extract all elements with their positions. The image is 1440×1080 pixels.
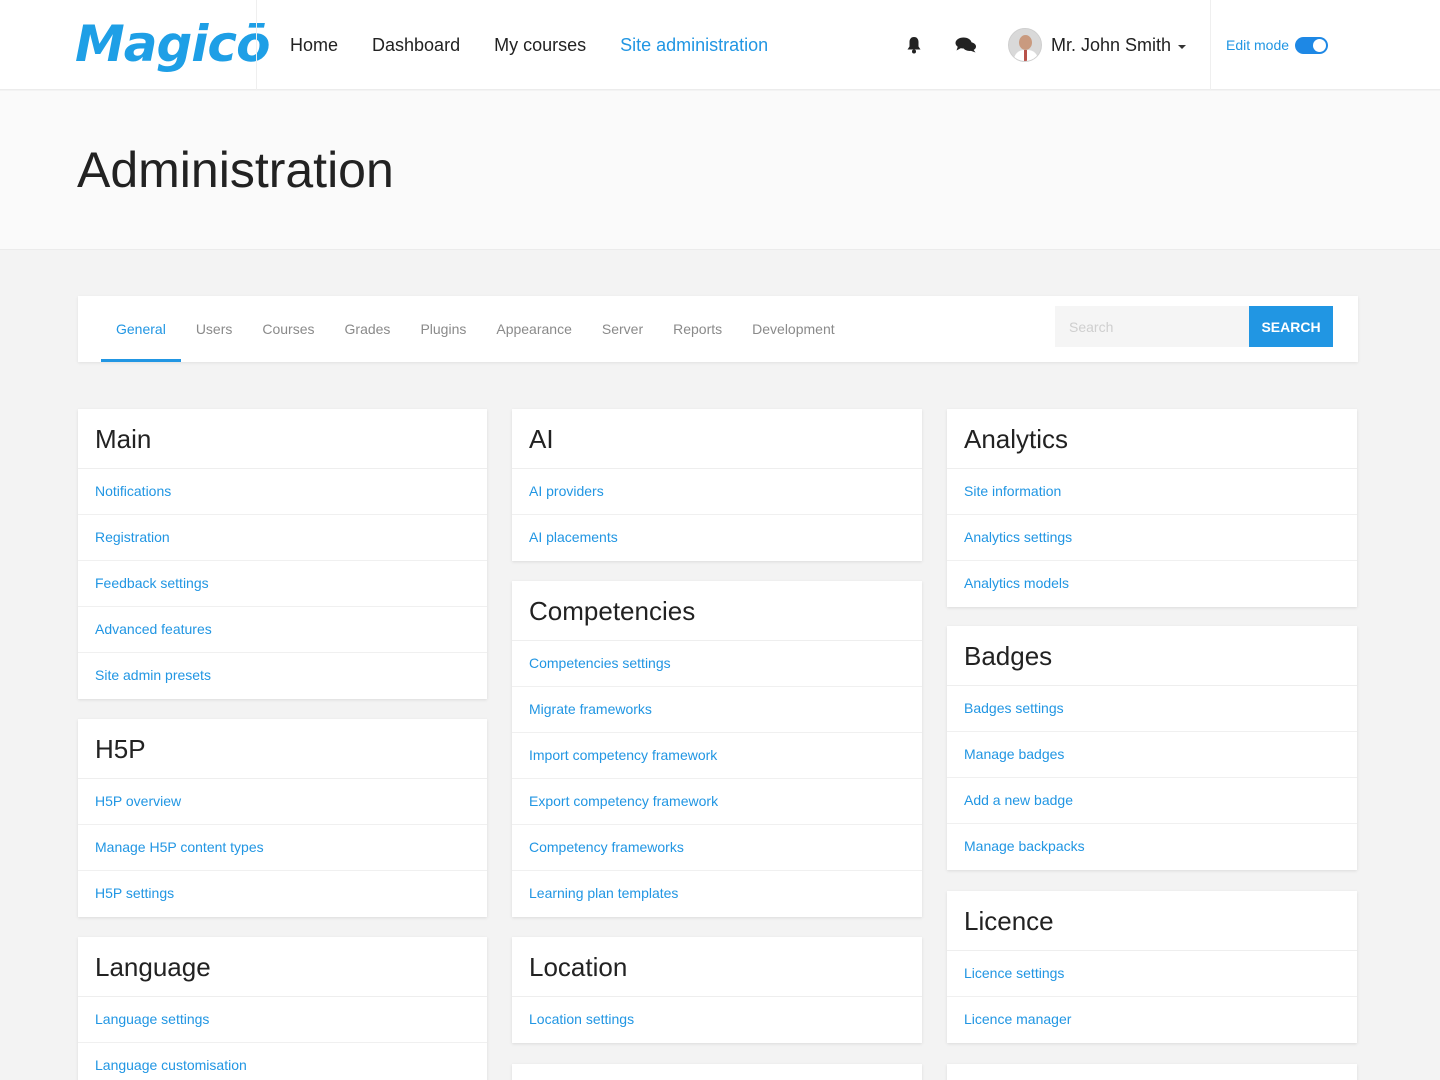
link-analytics-models[interactable]: Analytics models	[947, 561, 1357, 607]
section-badges: Badges Badges settings Manage badges Add…	[947, 626, 1357, 870]
tab-plugins[interactable]: Plugins	[405, 296, 481, 362]
bell-icon[interactable]	[906, 36, 922, 54]
section-competencies: Competencies Competencies settings Migra…	[512, 581, 922, 917]
section-h5p: H5P H5P overview Manage H5P content type…	[78, 719, 487, 917]
section-location: Location Location settings	[512, 937, 922, 1043]
section-ai: AI AI providers AI placements	[512, 409, 922, 561]
search-button[interactable]: SEARCH	[1249, 306, 1333, 347]
page-header: Administration	[0, 91, 1440, 250]
section-title: Main	[78, 409, 487, 469]
section-title: AI	[512, 409, 922, 469]
avatar	[1008, 28, 1042, 62]
section-partial	[947, 1064, 1357, 1080]
section-title: Licence	[947, 891, 1357, 951]
link-language-customisation[interactable]: Language customisation	[78, 1043, 487, 1080]
section-main: Main Notifications Registration Feedback…	[78, 409, 487, 699]
link-analytics-settings[interactable]: Analytics settings	[947, 515, 1357, 561]
logo-divider	[256, 0, 257, 90]
admin-tabs-card: General Users Courses Grades Plugins App…	[78, 296, 1358, 362]
section-title: Location	[512, 937, 922, 997]
link-feedback-settings[interactable]: Feedback settings	[78, 561, 487, 607]
link-migrate-frameworks[interactable]: Migrate frameworks	[512, 687, 922, 733]
link-ai-placements[interactable]: AI placements	[512, 515, 922, 561]
tab-appearance[interactable]: Appearance	[481, 296, 587, 362]
user-menu[interactable]: Mr. John Smith	[1008, 27, 1187, 63]
section-language: Language Language settings Language cust…	[78, 937, 487, 1080]
tab-courses[interactable]: Courses	[247, 296, 329, 362]
link-add-new-badge[interactable]: Add a new badge	[947, 778, 1357, 824]
admin-search-input[interactable]	[1055, 306, 1249, 347]
link-manage-badges[interactable]: Manage badges	[947, 732, 1357, 778]
tab-server[interactable]: Server	[587, 296, 658, 362]
page-title: Administration	[77, 142, 394, 198]
link-competencies-settings[interactable]: Competencies settings	[512, 641, 922, 687]
link-export-competency-framework[interactable]: Export competency framework	[512, 779, 922, 825]
edit-mode-label: Edit mode	[1226, 37, 1290, 53]
link-notifications[interactable]: Notifications	[78, 469, 487, 515]
link-registration[interactable]: Registration	[78, 515, 487, 561]
link-ai-providers[interactable]: AI providers	[512, 469, 922, 515]
link-site-information[interactable]: Site information	[947, 469, 1357, 515]
section-licence: Licence Licence settings Licence manager	[947, 891, 1357, 1043]
section-partial	[512, 1064, 922, 1080]
section-title: Badges	[947, 626, 1357, 686]
site-logo[interactable]: Magicō	[75, 14, 270, 74]
nav-home[interactable]: Home	[290, 35, 338, 56]
admin-tabs: General Users Courses Grades Plugins App…	[101, 296, 850, 362]
tab-reports[interactable]: Reports	[658, 296, 737, 362]
edit-mode-toggle[interactable]	[1295, 36, 1329, 54]
edit-mode-switch[interactable]: Edit mode	[1226, 35, 1329, 55]
link-manage-h5p-content-types[interactable]: Manage H5P content types	[78, 825, 487, 871]
chat-icon[interactable]	[955, 36, 977, 54]
link-site-admin-presets[interactable]: Site admin presets	[78, 653, 487, 699]
link-licence-settings[interactable]: Licence settings	[947, 951, 1357, 997]
nav-dashboard[interactable]: Dashboard	[372, 35, 460, 56]
link-learning-plan-templates[interactable]: Learning plan templates	[512, 871, 922, 917]
link-h5p-settings[interactable]: H5P settings	[78, 871, 487, 917]
section-title: Language	[78, 937, 487, 997]
tab-development[interactable]: Development	[737, 296, 850, 362]
section-analytics: Analytics Site information Analytics set…	[947, 409, 1357, 607]
user-name: Mr. John Smith	[1051, 34, 1172, 55]
link-language-settings[interactable]: Language settings	[78, 997, 487, 1043]
section-title: Competencies	[512, 581, 922, 641]
nav-my-courses[interactable]: My courses	[494, 35, 586, 56]
link-location-settings[interactable]: Location settings	[512, 997, 922, 1043]
chevron-down-icon	[1178, 44, 1187, 49]
tab-grades[interactable]: Grades	[330, 296, 406, 362]
link-competency-frameworks[interactable]: Competency frameworks	[512, 825, 922, 871]
link-h5p-overview[interactable]: H5P overview	[78, 779, 487, 825]
primary-nav: Home Dashboard My courses Site administr…	[290, 0, 802, 90]
link-licence-manager[interactable]: Licence manager	[947, 997, 1357, 1043]
section-title: H5P	[78, 719, 487, 779]
nav-site-administration[interactable]: Site administration	[620, 35, 768, 56]
link-badges-settings[interactable]: Badges settings	[947, 686, 1357, 732]
link-manage-backpacks[interactable]: Manage backpacks	[947, 824, 1357, 870]
top-navbar: Magicō Home Dashboard My courses Site ad…	[0, 0, 1440, 90]
link-advanced-features[interactable]: Advanced features	[78, 607, 487, 653]
section-title: Analytics	[947, 409, 1357, 469]
tab-general[interactable]: General	[101, 296, 181, 362]
header-divider	[1210, 0, 1211, 90]
tab-users[interactable]: Users	[181, 296, 248, 362]
link-import-competency-framework[interactable]: Import competency framework	[512, 733, 922, 779]
